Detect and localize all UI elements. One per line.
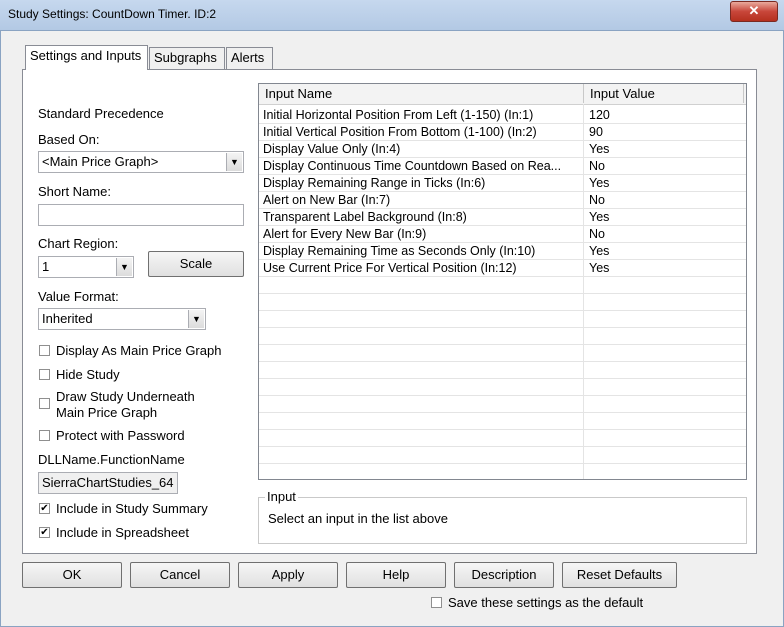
input-value-cell[interactable]: Yes bbox=[589, 260, 609, 276]
title-bar: Study Settings: CountDown Timer. ID:2 ✕ bbox=[0, 0, 784, 31]
table-header: Input Name Input Value bbox=[259, 84, 746, 105]
include-in-study-summary-checkbox[interactable]: ✔ bbox=[39, 503, 50, 514]
table-row[interactable]: Transparent Label Background (In:8) Yes bbox=[259, 209, 746, 226]
table-row[interactable]: Display Remaining Range in Ticks (In:6) Y… bbox=[259, 175, 746, 192]
table-row[interactable]: Alert on New Bar (In:7) No bbox=[259, 192, 746, 209]
include-in-spreadsheet-checkbox[interactable]: ✔ bbox=[39, 527, 50, 538]
input-value-cell[interactable]: Yes bbox=[589, 243, 609, 259]
close-button[interactable]: ✕ bbox=[730, 1, 778, 22]
empty-row bbox=[259, 362, 746, 379]
hide-study-label: Hide Study bbox=[56, 367, 120, 382]
tab-subgraphs[interactable]: Subgraphs bbox=[149, 47, 225, 69]
column-header-input-value[interactable]: Input Value bbox=[584, 84, 744, 103]
input-name-cell: Display Remaining Time as Seconds Only (… bbox=[263, 244, 536, 258]
input-box-legend: Input bbox=[265, 489, 298, 504]
empty-row bbox=[259, 294, 746, 311]
include-in-spreadsheet-label: Include in Spreadsheet bbox=[56, 525, 189, 540]
display-as-main-price-graph-checkbox[interactable] bbox=[39, 345, 50, 356]
chart-region-label: Chart Region: bbox=[38, 236, 119, 251]
tab-alerts[interactable]: Alerts bbox=[226, 47, 273, 69]
chevron-down-icon: ▼ bbox=[226, 153, 242, 171]
cancel-button[interactable]: Cancel bbox=[130, 562, 230, 588]
input-value-cell[interactable]: 90 bbox=[589, 124, 603, 140]
empty-row bbox=[259, 430, 746, 447]
dll-name-label: DLLName.FunctionName bbox=[38, 452, 185, 467]
chart-region-value: 1 bbox=[42, 259, 50, 274]
input-name-cell: Use Current Price For Vertical Position … bbox=[263, 261, 517, 275]
based-on-value: <Main Price Graph> bbox=[42, 154, 159, 169]
empty-row bbox=[259, 413, 746, 430]
help-button[interactable]: Help bbox=[346, 562, 446, 588]
table-row[interactable]: Alert for Every New Bar (In:9) No bbox=[259, 226, 746, 243]
chart-region-dropdown[interactable]: 1 ▼ bbox=[38, 256, 134, 278]
value-format-dropdown[interactable]: Inherited ▼ bbox=[38, 308, 206, 330]
input-value-cell[interactable]: Yes bbox=[589, 209, 609, 225]
table-row[interactable]: Display Value Only (In:4) Yes bbox=[259, 141, 746, 158]
input-value-cell[interactable]: No bbox=[589, 158, 605, 174]
input-value-cell[interactable]: 120 bbox=[589, 107, 610, 123]
standard-precedence-label: Standard Precedence bbox=[38, 106, 164, 121]
draw-underneath-checkbox[interactable] bbox=[39, 398, 50, 409]
table-row[interactable]: Use Current Price For Vertical Position … bbox=[259, 260, 746, 277]
input-name-cell: Initial Vertical Position From Bottom (1… bbox=[263, 125, 537, 139]
save-default-checkbox[interactable] bbox=[431, 597, 442, 608]
include-in-study-summary-label: Include in Study Summary bbox=[56, 501, 208, 516]
input-name-cell: Transparent Label Background (In:8) bbox=[263, 210, 467, 224]
table-row[interactable]: Initial Horizontal Position From Left (1… bbox=[259, 107, 746, 124]
chevron-down-icon: ▼ bbox=[116, 258, 132, 276]
input-name-cell: Initial Horizontal Position From Left (1… bbox=[263, 108, 534, 122]
tab-label: Alerts bbox=[231, 50, 265, 65]
empty-row bbox=[259, 447, 746, 464]
value-format-value: Inherited bbox=[42, 311, 93, 326]
input-name-cell: Display Continuous Time Countdown Based … bbox=[263, 159, 562, 173]
input-name-cell: Display Value Only (In:4) bbox=[263, 142, 401, 156]
close-icon: ✕ bbox=[748, 3, 760, 18]
empty-row bbox=[259, 379, 746, 396]
empty-row bbox=[259, 396, 746, 413]
short-name-input[interactable] bbox=[38, 204, 244, 226]
empty-row bbox=[259, 345, 746, 362]
chevron-down-icon: ▼ bbox=[188, 310, 204, 328]
draw-underneath-label-line2: Main Price Graph bbox=[56, 405, 158, 420]
hide-study-checkbox[interactable] bbox=[39, 369, 50, 380]
value-format-label: Value Format: bbox=[38, 289, 119, 304]
tab-label: Settings and Inputs bbox=[30, 48, 142, 63]
display-as-main-price-graph-label: Display As Main Price Graph bbox=[56, 343, 222, 358]
table-row[interactable]: Display Remaining Time as Seconds Only (… bbox=[259, 243, 746, 260]
inputs-table[interactable]: Input Name Input Value Initial Horizonta… bbox=[258, 83, 747, 480]
table-row[interactable]: Initial Vertical Position From Bottom (1… bbox=[259, 124, 746, 141]
window-title: Study Settings: CountDown Timer. ID:2 bbox=[8, 7, 217, 21]
short-name-label: Short Name: bbox=[38, 184, 111, 199]
input-name-cell: Display Remaining Range in Ticks (In:6) bbox=[263, 176, 486, 190]
input-name-cell: Alert on New Bar (In:7) bbox=[263, 193, 391, 207]
apply-button[interactable]: Apply bbox=[238, 562, 338, 588]
empty-row bbox=[259, 328, 746, 345]
reset-defaults-button[interactable]: Reset Defaults bbox=[562, 562, 677, 588]
input-value-cell[interactable]: No bbox=[589, 192, 605, 208]
based-on-label: Based On: bbox=[38, 132, 100, 147]
input-box-text: Select an input in the list above bbox=[268, 511, 448, 526]
input-value-cell[interactable]: Yes bbox=[589, 141, 609, 157]
dll-name-field[interactable]: SierraChartStudies_64 bbox=[38, 472, 178, 494]
input-value-cell[interactable]: No bbox=[589, 226, 605, 242]
based-on-dropdown[interactable]: <Main Price Graph> ▼ bbox=[38, 151, 244, 173]
empty-row bbox=[259, 311, 746, 328]
description-button[interactable]: Description bbox=[454, 562, 554, 588]
ok-button[interactable]: OK bbox=[22, 562, 122, 588]
input-value-cell[interactable]: Yes bbox=[589, 175, 609, 191]
table-row[interactable]: Display Continuous Time Countdown Based … bbox=[259, 158, 746, 175]
save-default-label: Save these settings as the default bbox=[448, 595, 644, 610]
tab-label: Subgraphs bbox=[154, 50, 217, 65]
column-header-input-name[interactable]: Input Name bbox=[259, 84, 584, 103]
input-name-cell: Alert for Every New Bar (In:9) bbox=[263, 227, 427, 241]
tab-settings-and-inputs[interactable]: Settings and Inputs bbox=[25, 45, 148, 70]
protect-with-password-checkbox[interactable] bbox=[39, 430, 50, 441]
input-description-box: Input Select an input in the list above bbox=[258, 489, 747, 544]
protect-with-password-label: Protect with Password bbox=[56, 428, 185, 443]
draw-underneath-label: Draw Study Underneath bbox=[56, 389, 195, 404]
scale-button[interactable]: Scale bbox=[148, 251, 244, 277]
empty-row bbox=[259, 277, 746, 294]
